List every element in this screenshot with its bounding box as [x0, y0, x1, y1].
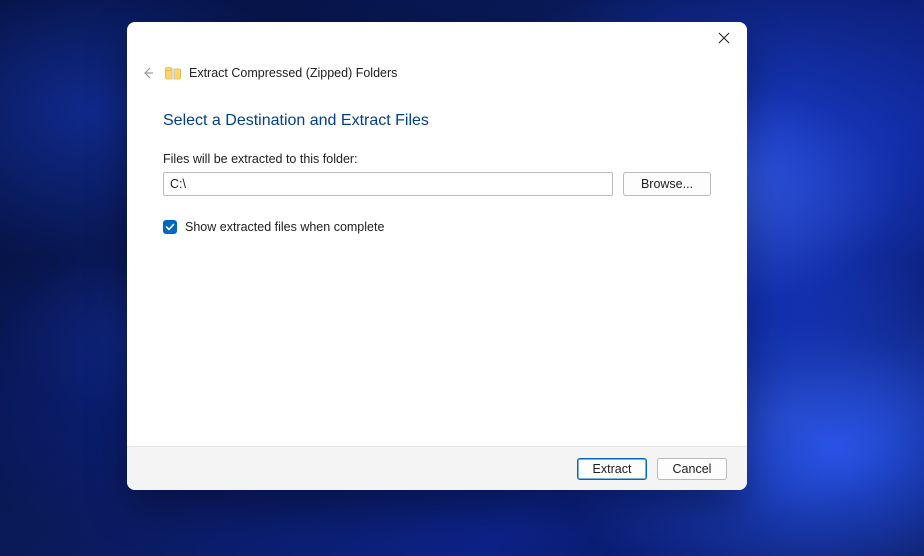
- path-row: Browse...: [163, 172, 711, 196]
- checkmark-icon: [165, 222, 175, 232]
- show-files-label: Show extracted files when complete: [185, 220, 384, 234]
- dialog-header: Extract Compressed (Zipped) Folders: [127, 62, 747, 88]
- back-button[interactable]: [139, 64, 157, 82]
- extract-dialog: Extract Compressed (Zipped) Folders Sele…: [127, 22, 747, 490]
- zip-folder-icon: [165, 65, 181, 81]
- dialog-footer: Extract Cancel: [127, 446, 747, 490]
- dialog-title: Extract Compressed (Zipped) Folders: [189, 66, 397, 80]
- dialog-titlebar: [127, 22, 747, 62]
- extract-button[interactable]: Extract: [577, 458, 647, 480]
- dialog-heading: Select a Destination and Extract Files: [163, 112, 711, 130]
- back-arrow-icon: [141, 66, 155, 80]
- destination-path-input[interactable]: [163, 172, 613, 196]
- close-button[interactable]: [701, 22, 747, 54]
- dialog-content: Select a Destination and Extract Files F…: [127, 88, 747, 446]
- browse-button[interactable]: Browse...: [623, 172, 711, 196]
- close-icon: [718, 32, 730, 44]
- path-label: Files will be extracted to this folder:: [163, 152, 711, 166]
- cancel-button[interactable]: Cancel: [657, 458, 727, 480]
- show-files-checkbox[interactable]: [163, 220, 177, 234]
- show-files-row: Show extracted files when complete: [163, 220, 711, 234]
